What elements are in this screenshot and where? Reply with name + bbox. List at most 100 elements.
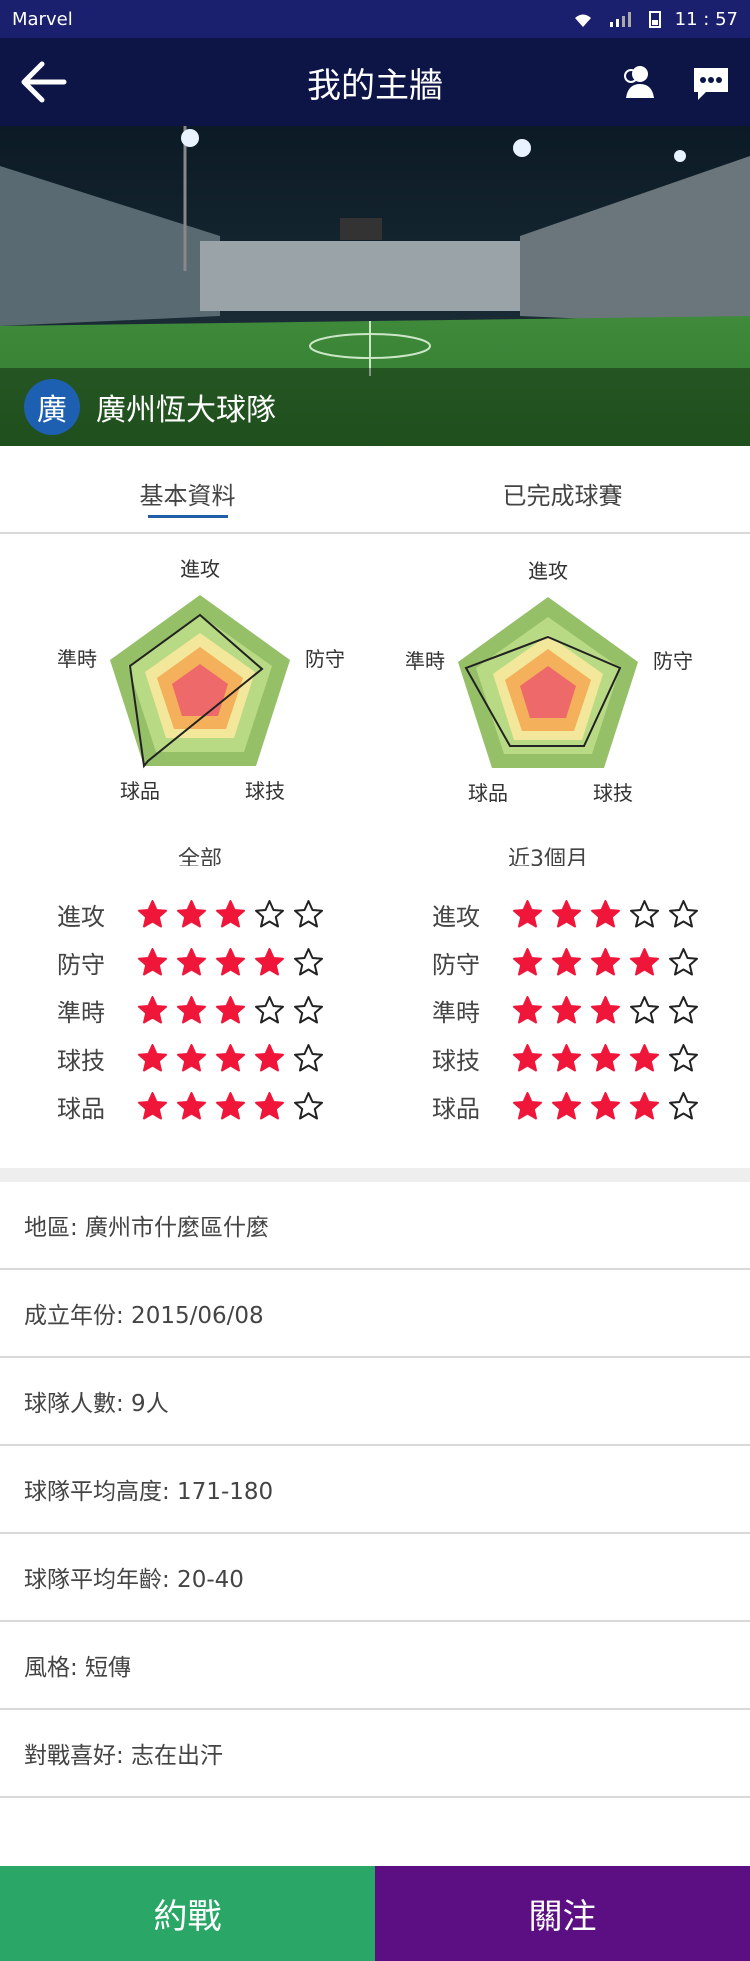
wifi-icon [574, 14, 591, 27]
star-rating [512, 1091, 699, 1122]
star-icon [138, 1043, 167, 1071]
star-icon [669, 899, 698, 927]
team-avatar: 廣 [24, 379, 80, 435]
ratings-title-recent: 近3個月 [508, 847, 588, 866]
radar-label-skill: 球技 [245, 779, 285, 803]
radar-label-defense: 防守 [305, 647, 345, 671]
star-icon [591, 899, 620, 927]
star-icon [294, 1091, 323, 1119]
star-rating [137, 1091, 324, 1122]
rating-row: 球品 [0, 1082, 375, 1130]
radar-label-punctuality: 準時 [57, 647, 97, 671]
radar-chart-all: 進攻 防守 球技 球品 準時 [57, 557, 345, 803]
clock: 11 : 57 [674, 8, 738, 30]
chat-icon[interactable] [690, 62, 732, 104]
star-icon [552, 899, 581, 927]
info-avg-age: 球隊平均年齡: 20-40 [0, 1534, 750, 1622]
rating-row: 進攻 [375, 890, 750, 938]
rating-label: 球技 [432, 1046, 480, 1075]
star-icon [177, 899, 206, 927]
rating-row: 球技 [0, 1034, 375, 1082]
star-icon [552, 947, 581, 975]
app-bar: 我的主牆 [0, 38, 750, 126]
rating-row: 球品 [375, 1082, 750, 1130]
tab-finished-matches[interactable]: 已完成球賽 [375, 446, 750, 532]
team-info-list: 地區: 廣州市什麼區什麼 成立年份: 2015/06/08 球隊人數: 9人 球… [0, 1182, 750, 1798]
follow-button[interactable]: 關注 [375, 1866, 750, 1961]
radar-label-punctuality: 準時 [405, 649, 445, 673]
rating-label: 球品 [57, 1094, 105, 1123]
star-icon [294, 899, 323, 927]
star-icon [513, 995, 542, 1023]
star-rating [512, 995, 699, 1026]
star-icon [513, 899, 542, 927]
info-founded: 成立年份: 2015/06/08 [0, 1270, 750, 1358]
radar-label-attack: 進攻 [528, 559, 568, 583]
tab-bar: 基本資料 已完成球賽 [0, 446, 750, 534]
star-icon [294, 1043, 323, 1071]
star-icon [669, 1043, 698, 1071]
star-icon [216, 1091, 245, 1119]
star-icon [138, 995, 167, 1023]
star-icon [177, 947, 206, 975]
rating-label: 準時 [57, 998, 105, 1027]
star-icon [177, 1091, 206, 1119]
star-icon [513, 1091, 542, 1119]
team-cover-image: 廣 廣州恆大球隊 [0, 126, 750, 446]
star-icon [255, 947, 284, 975]
star-icon [513, 947, 542, 975]
rating-label: 準時 [432, 998, 480, 1027]
star-icon [177, 1043, 206, 1071]
info-match-preference: 對戰喜好: 志在出汗 [0, 1710, 750, 1798]
rating-row: 進攻 [0, 890, 375, 938]
star-icon [177, 995, 206, 1023]
star-rating [512, 947, 699, 978]
ratings-all: 進攻防守準時球技球品 [0, 890, 375, 1130]
carrier-label: Marvel [12, 8, 73, 30]
ratings-title-all: 全部 [178, 847, 222, 866]
rating-row: 防守 [375, 938, 750, 986]
rating-label: 球品 [432, 1094, 480, 1123]
star-icon [255, 995, 284, 1023]
radar-chart-recent: 進攻 防守 球技 球品 準時 [405, 559, 693, 805]
users-icon[interactable] [618, 62, 658, 102]
star-icon [138, 947, 167, 975]
star-icon [138, 1091, 167, 1119]
team-banner: 廣 廣州恆大球隊 [0, 368, 750, 446]
back-arrow-icon[interactable] [20, 58, 70, 106]
star-icon [513, 1043, 542, 1071]
star-icon [552, 1091, 581, 1119]
info-member-count: 球隊人數: 9人 [0, 1358, 750, 1446]
star-icon [591, 1091, 620, 1119]
battery-icon [648, 11, 661, 28]
star-icon [591, 1043, 620, 1071]
star-rating [137, 1043, 324, 1074]
rating-row: 球技 [375, 1034, 750, 1082]
ratings-recent: 進攻防守準時球技球品 [375, 890, 750, 1130]
info-avg-height: 球隊平均高度: 171-180 [0, 1446, 750, 1534]
star-rating [512, 1043, 699, 1074]
bottom-action-bar: 約戰 關注 [0, 1866, 750, 1961]
radar-label-defense: 防守 [653, 649, 693, 673]
radar-label-attack: 進攻 [180, 557, 220, 581]
rating-label: 防守 [432, 950, 480, 979]
star-rating [512, 899, 699, 930]
rating-label: 防守 [57, 950, 105, 979]
star-icon [552, 995, 581, 1023]
star-icon [294, 995, 323, 1023]
star-icon [591, 947, 620, 975]
star-icon [630, 899, 659, 927]
star-icon [216, 1043, 245, 1071]
star-icon [216, 995, 245, 1023]
challenge-button[interactable]: 約戰 [0, 1866, 375, 1961]
star-icon [138, 899, 167, 927]
tab-basic-info[interactable]: 基本資料 [0, 446, 375, 532]
star-icon [255, 1091, 284, 1119]
star-icon [669, 947, 698, 975]
section-divider [0, 1168, 750, 1182]
star-icon [630, 995, 659, 1023]
star-rating [137, 995, 324, 1026]
star-icon [630, 1091, 659, 1119]
team-name: 廣州恆大球隊 [96, 393, 276, 428]
star-icon [216, 899, 245, 927]
